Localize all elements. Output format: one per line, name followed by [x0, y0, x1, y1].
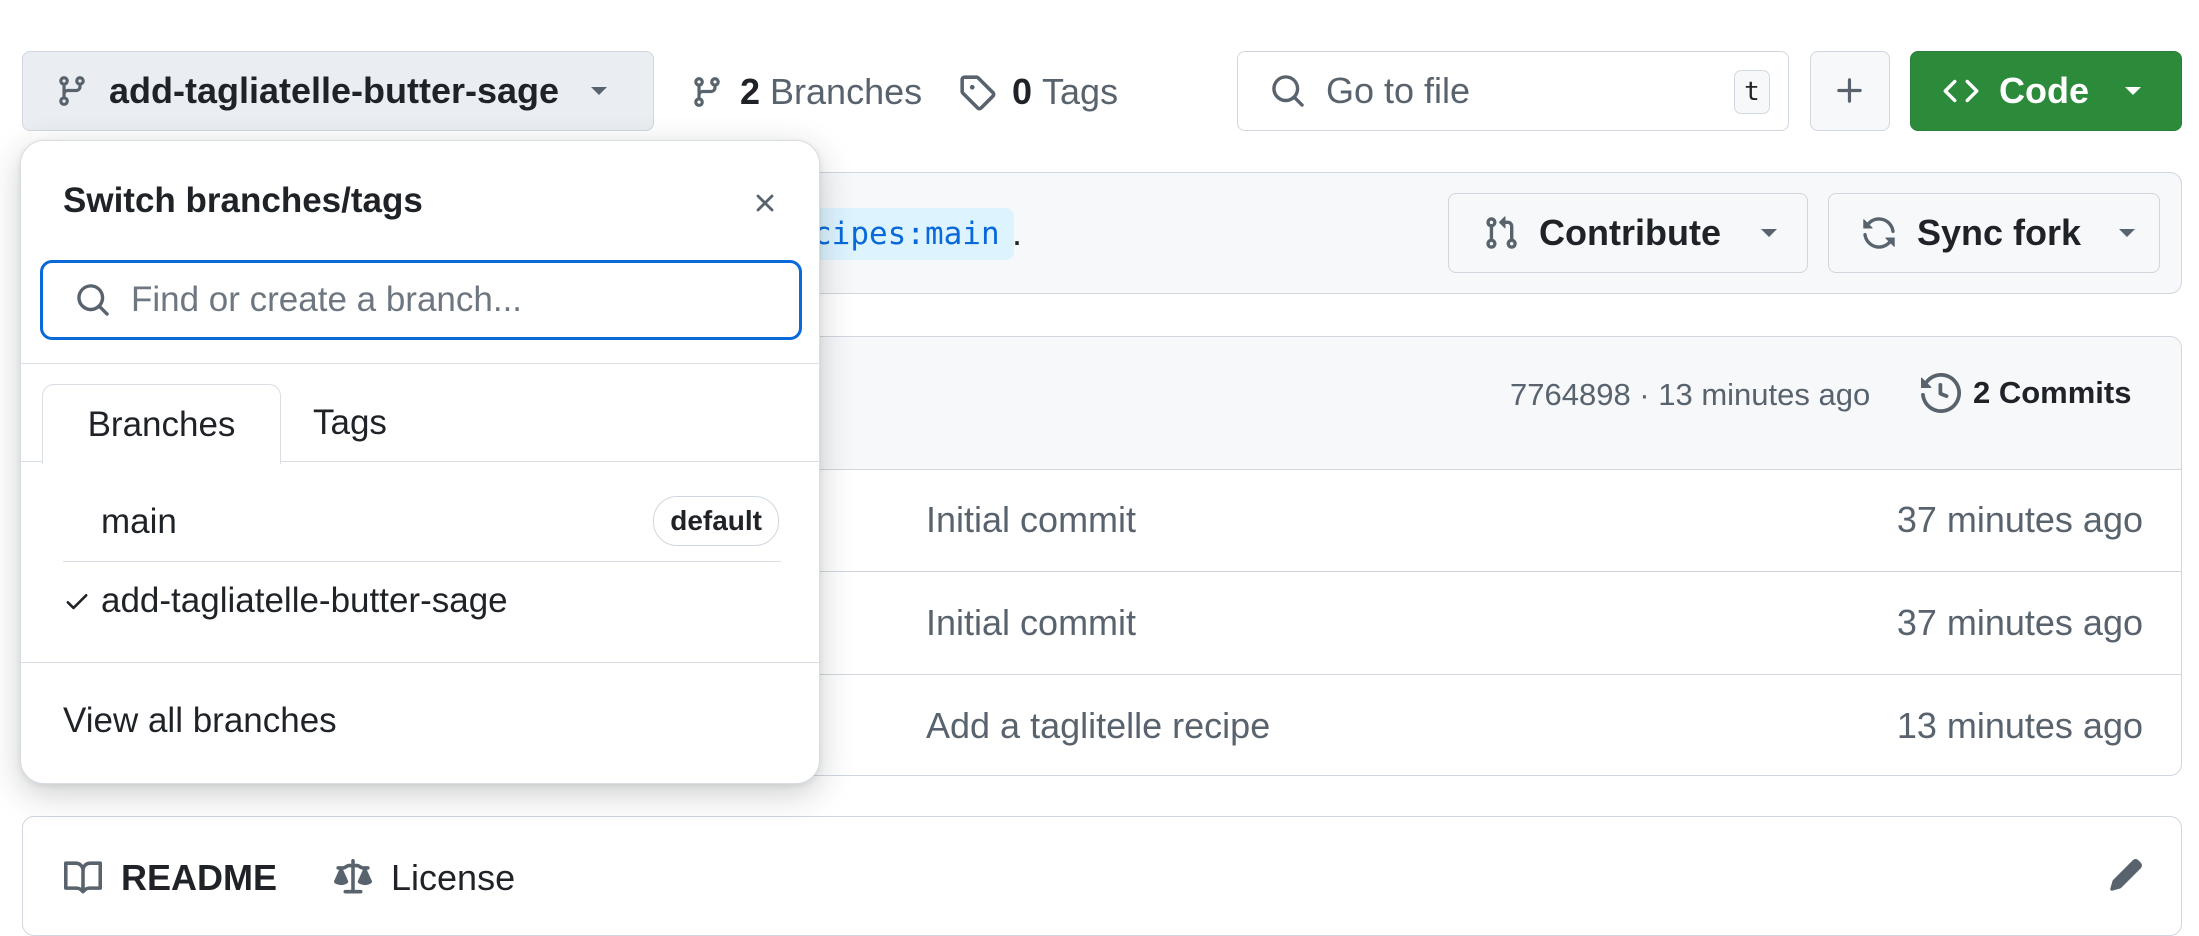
pencil-icon[interactable] — [2108, 857, 2144, 893]
git-branch-icon — [690, 74, 724, 110]
commit-time: 37 minutes ago — [1896, 602, 2143, 643]
dropdown-title: Switch branches/tags — [63, 181, 423, 220]
git-branch-icon — [55, 73, 89, 109]
branches-label: Branches — [770, 71, 923, 112]
add-file-button[interactable] — [1810, 51, 1890, 131]
caret-down-icon — [1759, 227, 1779, 239]
branches-link[interactable]: 2 Branches — [690, 60, 922, 124]
sync-fork-label: Sync fork — [1917, 212, 2082, 253]
go-to-file-placeholder: Go to file — [1326, 70, 1471, 111]
tags-label: Tags — [1042, 71, 1119, 112]
contribute-label: Contribute — [1539, 212, 1721, 253]
tag-icon — [958, 73, 996, 111]
readme-tab[interactable]: README — [63, 857, 277, 899]
code-button-label: Code — [1999, 70, 2089, 111]
tags-link[interactable]: 0 Tags — [958, 60, 1118, 124]
sync-fork-button[interactable]: Sync fork — [1828, 193, 2160, 273]
branch-search-input[interactable] — [129, 279, 753, 321]
branch-search-field[interactable] — [40, 260, 802, 340]
branch-select-button[interactable]: add-tagliatelle-butter-sage — [22, 51, 654, 131]
license-tab[interactable]: License — [333, 857, 515, 899]
banner-period: . — [1012, 212, 1023, 253]
commit-message[interactable]: Initial commit — [926, 602, 1136, 644]
commit-message[interactable]: Add a taglitelle recipe — [926, 705, 1270, 747]
commit-time: 37 minutes ago — [1896, 499, 2143, 540]
default-badge: default — [653, 496, 779, 546]
pull-request-icon — [1483, 214, 1519, 252]
caret-down-icon — [589, 85, 609, 97]
plus-icon — [1833, 74, 1867, 108]
divider — [21, 363, 819, 364]
tab-branches[interactable]: Branches — [42, 384, 281, 464]
commit-message[interactable]: Initial commit — [926, 499, 1136, 541]
code-button[interactable]: Code — [1910, 51, 2182, 131]
license-tab-label: License — [391, 857, 516, 898]
branch-item-label: add-tagliatelle-butter-sage — [101, 581, 508, 620]
contribute-button[interactable]: Contribute — [1448, 193, 1808, 273]
tags-count: 0 — [1012, 71, 1033, 112]
shortcut-key-badge: t — [1734, 70, 1770, 114]
commits-label: 2 Commits — [1973, 375, 2132, 410]
branch-item-add-tagliatelle-butter-sage[interactable]: add-tagliatelle-butter-sage — [63, 562, 781, 640]
commit-time: 13 minutes ago — [1896, 705, 2143, 746]
latest-commit-meta[interactable]: 7764898 · 13 minutes ago — [1510, 377, 1870, 413]
branch-item-main[interactable]: main default — [63, 483, 781, 562]
readme-box: README License — [22, 816, 2182, 936]
upstream-branch-ref[interactable]: cipes:main — [795, 208, 1014, 260]
book-icon — [63, 859, 103, 897]
divider — [21, 662, 819, 663]
search-icon — [1270, 73, 1306, 109]
caret-down-icon — [2123, 85, 2143, 97]
commits-link[interactable]: 2 Commits — [1921, 373, 2131, 413]
branch-name-label: add-tagliatelle-butter-sage — [109, 70, 560, 111]
close-icon[interactable] — [745, 183, 785, 223]
caret-down-icon — [2117, 227, 2137, 239]
branches-count: 2 — [740, 71, 761, 112]
history-icon — [1921, 373, 1961, 413]
readme-tab-label: README — [121, 857, 278, 898]
sync-icon — [1861, 215, 1897, 251]
code-icon — [1941, 73, 1981, 109]
branch-item-label: main — [101, 502, 177, 541]
search-icon — [75, 282, 111, 318]
law-icon — [333, 859, 373, 897]
branch-switcher-dropdown: Switch branches/tags Branches Tags main … — [20, 140, 820, 784]
go-to-file-input[interactable]: Go to file t — [1237, 51, 1789, 131]
view-all-branches-link[interactable]: View all branches — [63, 701, 337, 741]
tab-tags[interactable]: Tags — [293, 384, 387, 462]
check-icon — [63, 587, 101, 615]
